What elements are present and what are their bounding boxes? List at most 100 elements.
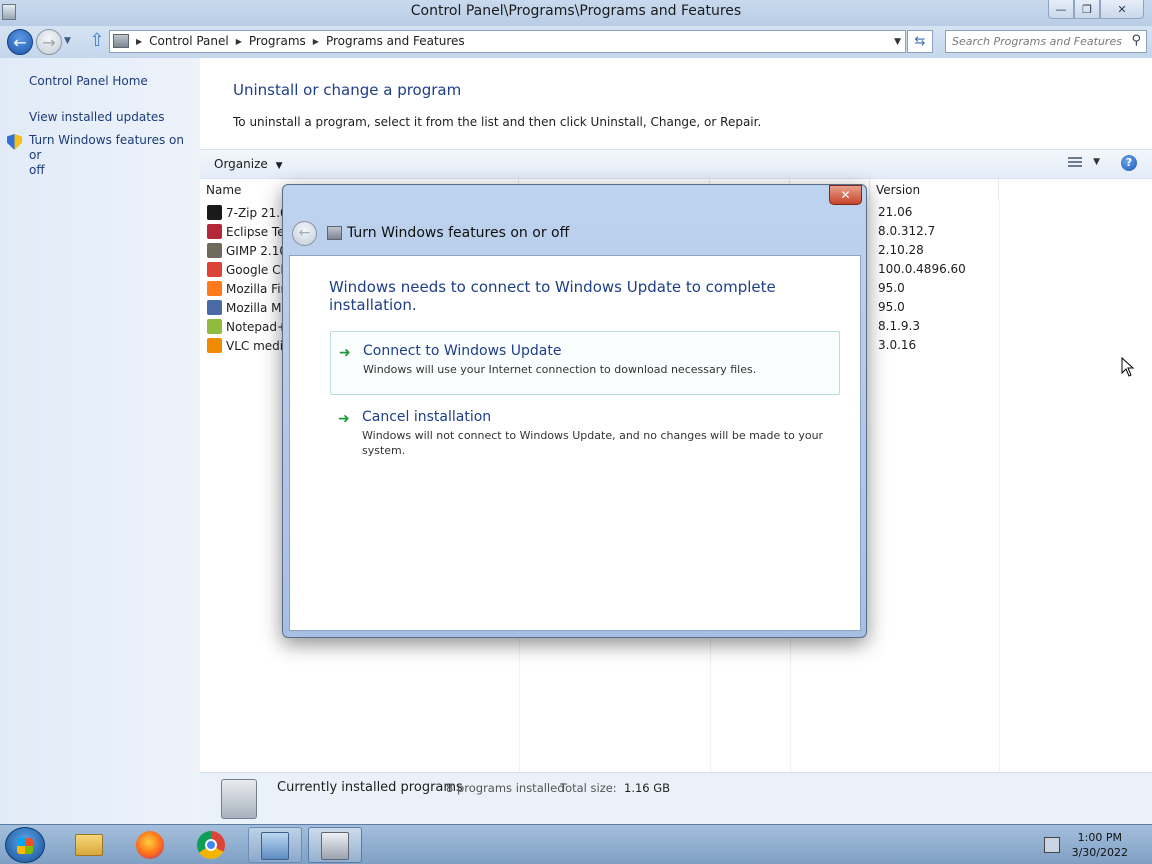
option-title: Connect to Windows Update — [363, 343, 562, 359]
window-title: Control Panel\Programs\Programs and Feat… — [410, 3, 742, 19]
firefox-icon — [136, 831, 164, 859]
program-version: 95.0 — [878, 281, 905, 295]
dialog-back-button[interactable]: ← — [292, 221, 317, 246]
clock-date: 3/30/2022 — [1071, 846, 1128, 859]
program-name: Eclipse Ter — [226, 224, 290, 239]
option-description: Windows will use your Internet connectio… — [363, 363, 757, 376]
program-version: 100.0.4896.60 — [878, 262, 966, 276]
back-arrow-icon: ← — [298, 225, 311, 241]
organize-button[interactable]: Organize ▼ — [214, 157, 283, 171]
view-details-icon[interactable] — [1068, 157, 1082, 169]
uac-shield-icon — [7, 134, 22, 150]
breadcrumb-chevron-icon[interactable]: ▶ — [313, 37, 319, 46]
installed-programs-icon — [221, 779, 257, 819]
recent-pages-dropdown[interactable]: ▼ — [64, 36, 71, 46]
search-icon[interactable]: ⚲ — [1131, 33, 1141, 48]
table-row[interactable]: VLC media — [207, 336, 290, 355]
close-button[interactable]: ✕ — [1100, 0, 1144, 19]
file-explorer-icon — [75, 834, 103, 856]
green-arrow-icon: ➜ — [338, 411, 350, 427]
back-button[interactable]: ← — [7, 29, 33, 55]
minimize-button[interactable]: — — [1048, 0, 1074, 19]
program-icon — [207, 281, 222, 296]
windows-features-icon — [327, 226, 342, 240]
help-icon[interactable]: ? — [1121, 155, 1137, 171]
search-input[interactable] — [952, 33, 1122, 50]
dialog-close-button[interactable]: ✕ — [829, 185, 862, 205]
left-task-pane: Control Panel Home View installed update… — [0, 58, 200, 824]
program-name: Google Ch — [226, 262, 289, 277]
dialog-body: Windows needs to connect to Windows Upda… — [289, 255, 861, 631]
table-row[interactable]: Google Ch — [207, 260, 288, 279]
window-controls: — ❐ ✕ — [1048, 0, 1144, 19]
view-options-dropdown[interactable]: ▼ — [1093, 157, 1100, 167]
organize-label: Organize — [214, 157, 268, 171]
connect-to-windows-update-option[interactable]: ➜ Connect to Windows Update Windows will… — [330, 331, 840, 395]
taskbar-explorer[interactable] — [63, 827, 117, 863]
table-row[interactable]: Mozilla Ma — [207, 298, 289, 317]
option-title: Cancel installation — [362, 409, 492, 425]
program-icon — [207, 319, 222, 334]
close-icon: ✕ — [1117, 2, 1127, 16]
cancel-installation-option[interactable]: ➜ Cancel installation Windows will not c… — [330, 398, 840, 466]
taskbar-firefox[interactable] — [124, 827, 178, 863]
taskbar-chrome[interactable] — [185, 827, 239, 863]
up-arrow-icon[interactable]: ⇧ — [88, 31, 106, 51]
window-titlebar[interactable]: Control Panel\Programs\Programs and Feat… — [0, 0, 1152, 26]
program-version: 95.0 — [878, 300, 905, 314]
breadcrumb: ▶ Control Panel ▶ Programs ▶ Programs an… — [136, 34, 465, 48]
forward-arrow-icon: → — [42, 32, 56, 52]
table-row[interactable]: Mozilla Fir — [207, 279, 285, 298]
breadcrumb-chevron-icon[interactable]: ▶ — [236, 37, 242, 46]
system-clock[interactable]: 1:00 PM 3/30/2022 — [1072, 830, 1128, 860]
view-installed-updates-link[interactable]: View installed updates — [29, 110, 165, 124]
taskbar-programs-features[interactable] — [308, 827, 362, 863]
total-size-value: 1.16 GB — [624, 781, 671, 795]
taskbar: 1:00 PM 3/30/2022 — [0, 824, 1152, 864]
program-version: 8.1.9.3 — [878, 319, 920, 333]
program-icon — [207, 262, 222, 277]
refresh-button[interactable]: ⇆ — [907, 30, 933, 53]
network-icon[interactable] — [1044, 837, 1060, 853]
windows-logo-icon — [17, 838, 33, 854]
breadcrumb-chevron-icon[interactable]: ▶ — [136, 37, 142, 46]
restore-button[interactable]: ❐ — [1074, 0, 1100, 19]
page-instruction: To uninstall a program, select it from t… — [233, 115, 762, 129]
address-dropdown-icon[interactable]: ▼ — [894, 37, 901, 47]
details-status-bar: Currently installed programs 8 programs … — [200, 772, 1152, 824]
back-arrow-icon: ← — [13, 32, 27, 52]
programs-and-features-icon — [321, 832, 349, 860]
column-header-version[interactable]: Version — [870, 179, 999, 201]
breadcrumb-control-panel[interactable]: Control Panel — [149, 34, 229, 48]
forward-button[interactable]: → — [36, 29, 62, 55]
dialog-heading: Windows needs to connect to Windows Upda… — [329, 278, 776, 314]
program-count: 8 programs installed — [446, 781, 565, 795]
refresh-icon: ⇆ — [914, 34, 926, 49]
control-panel-icon — [261, 832, 289, 860]
program-name: VLC media — [226, 338, 291, 353]
start-button[interactable] — [5, 827, 45, 863]
command-toolbar: Organize ▼ ▼ ? — [200, 149, 1152, 179]
control-panel-home-link[interactable]: Control Panel Home — [29, 74, 148, 88]
program-version: 2.10.28 — [878, 243, 924, 257]
control-panel-folder-icon — [113, 34, 129, 48]
status-label: Currently installed programs — [277, 780, 463, 795]
close-icon: ✕ — [840, 188, 851, 202]
table-row[interactable]: GIMP 2.10. — [207, 241, 291, 260]
breadcrumb-programs[interactable]: Programs — [249, 34, 306, 48]
windows-features-link[interactable]: Turn Windows features on or off — [29, 133, 200, 178]
program-version: 8.0.312.7 — [878, 224, 936, 238]
table-row[interactable]: Eclipse Ter — [207, 222, 290, 241]
program-name: Mozilla Ma — [226, 300, 289, 315]
page-title: Uninstall or change a program — [233, 81, 462, 99]
address-bar[interactable]: ▶ Control Panel ▶ Programs ▶ Programs an… — [109, 30, 906, 53]
search-box[interactable]: ⚲ — [945, 30, 1147, 53]
program-icon — [207, 338, 222, 353]
taskbar-control-panel[interactable] — [248, 827, 302, 863]
chevron-down-icon: ▼ — [275, 161, 283, 171]
program-version: 21.06 — [878, 205, 913, 219]
option-description-line2: system. — [362, 444, 406, 457]
column-header-version-label: Version — [876, 183, 921, 197]
column-header-name-label: Name — [206, 183, 242, 197]
breadcrumb-programs-and-features[interactable]: Programs and Features — [326, 34, 465, 48]
